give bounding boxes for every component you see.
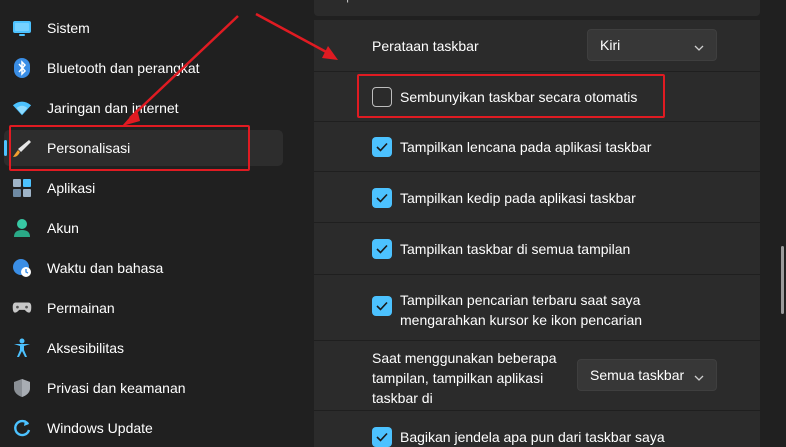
person-icon: [12, 218, 32, 238]
sidebar-item-label: Sistem: [47, 20, 90, 36]
globe-clock-icon: [12, 258, 32, 278]
sidebar-item-label: Waktu dan bahasa: [47, 260, 164, 276]
multi-display-label-line1: Saat menggunakan beberapa: [372, 350, 557, 366]
all-displays-row: Tampilkan taskbar di semua tampilan: [314, 223, 760, 275]
sidebar-item-waktu[interactable]: Waktu dan bahasa: [4, 250, 283, 286]
flashing-label: Tampilkan kedip pada aplikasi taskbar: [400, 190, 636, 206]
checkmark-icon: [376, 301, 388, 311]
badges-label: Tampilkan lencana pada aplikasi taskbar: [400, 139, 652, 155]
checkmark-icon: [376, 193, 388, 203]
sidebar-item-permainan[interactable]: Permainan: [4, 290, 283, 326]
gamepad-icon: [12, 298, 32, 318]
sidebar-item-akun[interactable]: Akun: [4, 210, 283, 246]
share-window-label: Bagikan jendela apa pun dari taskbar say…: [400, 429, 665, 445]
sidebar-item-jaringan[interactable]: Jaringan dan internet: [4, 90, 283, 126]
multi-display-label-line2: tampilan, tampilkan aplikasi: [372, 370, 544, 386]
recent-search-label-line1: Tampilkan pencarian terbaru saat saya: [400, 292, 641, 308]
flashing-row: Tampilkan kedip pada aplikasi taskbar: [314, 172, 760, 223]
checkmark-icon: [376, 244, 388, 254]
sidebar-item-label: Windows Update: [47, 420, 153, 436]
paintbrush-icon: [12, 138, 32, 158]
share-window-row: Bagikan jendela apa pun dari taskbar say…: [314, 411, 760, 447]
shield-icon: [12, 378, 32, 398]
checkmark-icon: [376, 432, 388, 442]
multi-display-dropdown[interactable]: Semua taskbar: [577, 359, 717, 391]
badges-checkbox[interactable]: [372, 137, 392, 157]
sidebar-item-label: Privasi dan keamanan: [47, 380, 186, 396]
sidebar-item-label: Permainan: [47, 300, 115, 316]
monitor-icon: [12, 18, 32, 38]
update-icon: [12, 418, 32, 438]
sidebar-item-label: Jaringan dan internet: [47, 100, 179, 116]
sidebar-item-aplikasi[interactable]: Aplikasi: [4, 170, 283, 206]
share-window-checkbox[interactable]: [372, 427, 392, 447]
sidebar-item-aksesibilitas[interactable]: Aksesibilitas: [4, 330, 283, 366]
settings-card: Perataan taskbar Kiri Sembunyikan taskba…: [314, 20, 760, 447]
flashing-checkbox[interactable]: [372, 188, 392, 208]
apps-icon: [12, 178, 32, 198]
auto-hide-checkbox[interactable]: [372, 87, 392, 107]
auto-hide-label: Sembunyikan taskbar secara otomatis: [400, 89, 638, 105]
selection-indicator: [4, 140, 7, 156]
multi-display-label-line3: taskbar di: [372, 390, 433, 406]
all-displays-checkbox[interactable]: [372, 239, 392, 259]
sidebar-item-label: Personalisasi: [47, 140, 131, 156]
alignment-label: Perataan taskbar: [372, 38, 479, 54]
auto-hide-row: Sembunyikan taskbar secara otomatis: [314, 72, 760, 122]
section-header-text: tampilan: [328, 0, 370, 3]
recent-search-row: Tampilkan pencarian terbaru saat saya me…: [314, 275, 760, 341]
alignment-dropdown[interactable]: Kiri: [587, 29, 717, 61]
checkmark-icon: [376, 142, 388, 152]
sidebar-item-label: Aplikasi: [47, 180, 96, 196]
bluetooth-icon: [12, 58, 32, 78]
sidebar-item-personalisasi[interactable]: Personalisasi: [4, 130, 283, 166]
multi-display-value: Semua taskbar: [590, 367, 685, 383]
sidebar-item-bluetooth[interactable]: Bluetooth dan perangkat: [4, 50, 283, 86]
wifi-icon: [12, 98, 32, 118]
sidebar-item-label: Aksesibilitas: [47, 340, 125, 356]
alignment-row: Perataan taskbar Kiri: [314, 20, 760, 72]
section-header-tail: tampilan: [314, 0, 760, 16]
recent-search-label-line2: mengarahkan kursor ke ikon pencarian: [400, 312, 643, 328]
all-displays-label: Tampilkan taskbar di semua tampilan: [400, 241, 631, 257]
chevron-down-icon: [694, 370, 704, 388]
sidebar-item-windows-update[interactable]: Windows Update: [4, 410, 283, 446]
sidebar-item-label: Akun: [47, 220, 79, 236]
recent-search-checkbox[interactable]: [372, 296, 392, 316]
sidebar-item-privasi[interactable]: Privasi dan keamanan: [4, 370, 283, 406]
alignment-value: Kiri: [600, 37, 621, 53]
multi-display-row: Saat menggunakan beberapa tampilan, tamp…: [314, 341, 760, 411]
sidebar: Sistem Bluetooth dan perangkat Jaringan …: [0, 0, 300, 447]
badges-row: Tampilkan lencana pada aplikasi taskbar: [314, 122, 760, 172]
sidebar-item-sistem[interactable]: Sistem: [4, 10, 283, 46]
scrollbar[interactable]: [781, 246, 784, 314]
chevron-down-icon: [694, 40, 704, 58]
sidebar-item-label: Bluetooth dan perangkat: [47, 60, 200, 76]
accessibility-icon: [12, 338, 32, 358]
taskbar-behaviors-panel: tampilan Perataan taskbar Kiri Sembunyik…: [314, 0, 760, 447]
